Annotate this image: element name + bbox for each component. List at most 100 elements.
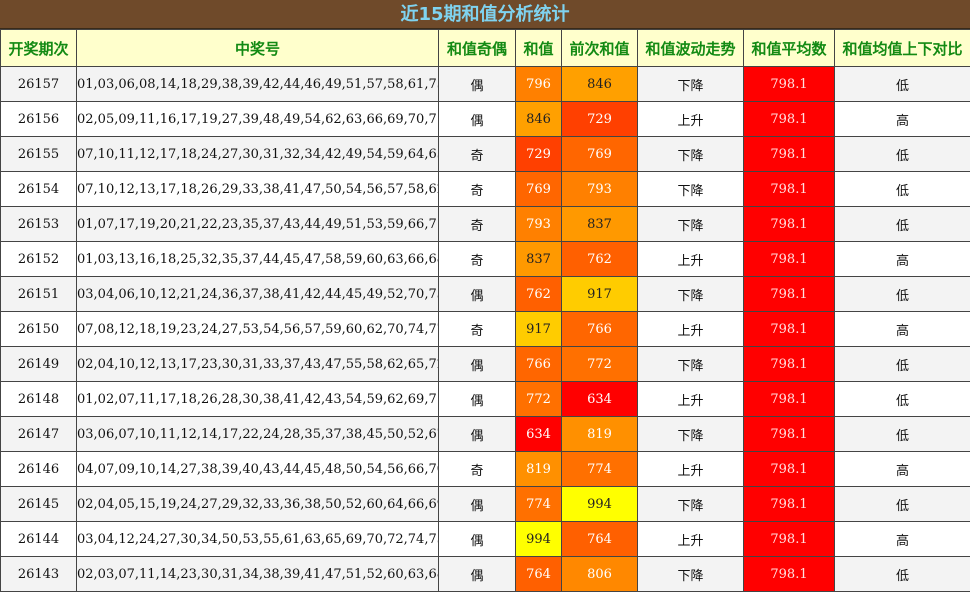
compare-cell: 低 (834, 136, 970, 172)
odd-even-cell: 偶 (438, 486, 516, 522)
winning-numbers-cell: 01,02,07,11,17,18,26,28,30,38,41,42,43,5… (76, 381, 439, 417)
table-row: 26147 03,06,07,10,11,12,14,17,22,24,28,35… (0, 416, 970, 452)
prev-sum-cell: 729 (561, 101, 638, 137)
trend-cell: 下降 (637, 206, 744, 242)
odd-even-cell: 奇 (438, 171, 516, 207)
sum-cell: 764 (515, 556, 562, 592)
trend-cell: 上升 (637, 451, 744, 487)
issue-cell: 26157 (0, 66, 77, 102)
prev-sum-cell: 774 (561, 451, 638, 487)
prev-sum-cell: 917 (561, 276, 638, 312)
winning-numbers-cell: 03,04,12,24,27,30,34,50,53,55,61,63,65,6… (76, 521, 439, 557)
compare-cell: 低 (834, 276, 970, 312)
header-row: 开奖期次 中奖号 和值奇偶 和值 前次和值 和值波动走势 和值平均数 和值均值上… (0, 29, 970, 67)
prev-sum-cell: 819 (561, 416, 638, 452)
compare-cell: 高 (834, 521, 970, 557)
prev-sum-cell: 634 (561, 381, 638, 417)
issue-cell: 26154 (0, 171, 77, 207)
issue-cell: 26152 (0, 241, 77, 277)
compare-cell: 低 (834, 346, 970, 382)
sum-cell: 729 (515, 136, 562, 172)
issue-cell: 26143 (0, 556, 77, 592)
odd-even-cell: 奇 (438, 136, 516, 172)
trend-cell: 下降 (637, 556, 744, 592)
winning-numbers-cell: 02,03,07,11,14,23,30,31,34,38,39,41,47,5… (76, 556, 439, 592)
average-cell: 798.1 (743, 136, 835, 172)
average-cell: 798.1 (743, 556, 835, 592)
compare-cell: 低 (834, 66, 970, 102)
table-row: 26145 02,04,05,15,19,24,27,29,32,33,36,38… (0, 486, 970, 522)
compare-cell: 低 (834, 171, 970, 207)
average-cell: 798.1 (743, 486, 835, 522)
odd-even-cell: 偶 (438, 556, 516, 592)
header-average: 和值平均数 (743, 29, 835, 67)
winning-numbers-cell: 02,04,05,15,19,24,27,29,32,33,36,38,50,5… (76, 486, 439, 522)
header-odd-even: 和值奇偶 (438, 29, 516, 67)
prev-sum-cell: 837 (561, 206, 638, 242)
average-cell: 798.1 (743, 346, 835, 382)
sum-cell: 837 (515, 241, 562, 277)
compare-cell: 高 (834, 241, 970, 277)
average-cell: 798.1 (743, 241, 835, 277)
average-cell: 798.1 (743, 381, 835, 417)
winning-numbers-cell: 07,08,12,18,19,23,24,27,53,54,56,57,59,6… (76, 311, 439, 347)
odd-even-cell: 奇 (438, 206, 516, 242)
odd-even-cell: 偶 (438, 381, 516, 417)
winning-numbers-cell: 07,10,11,12,17,18,24,27,30,31,32,34,42,4… (76, 136, 439, 172)
header-issue: 开奖期次 (0, 29, 77, 67)
winning-numbers-cell: 01,03,06,08,14,18,29,38,39,42,44,46,49,5… (76, 66, 439, 102)
issue-cell: 26150 (0, 311, 77, 347)
prev-sum-cell: 772 (561, 346, 638, 382)
odd-even-cell: 偶 (438, 276, 516, 312)
table-row: 26151 03,04,06,10,12,21,24,36,37,38,41,42… (0, 276, 970, 312)
table-row: 26143 02,03,07,11,14,23,30,31,34,38,39,41… (0, 556, 970, 592)
trend-cell: 下降 (637, 486, 744, 522)
sum-cell: 634 (515, 416, 562, 452)
table-row: 26150 07,08,12,18,19,23,24,27,53,54,56,57… (0, 311, 970, 347)
trend-cell: 下降 (637, 66, 744, 102)
table-row: 26155 07,10,11,12,17,18,24,27,30,31,32,34… (0, 136, 970, 172)
average-cell: 798.1 (743, 101, 835, 137)
winning-numbers-cell: 01,03,13,16,18,25,32,35,37,44,45,47,58,5… (76, 241, 439, 277)
average-cell: 798.1 (743, 521, 835, 557)
prev-sum-cell: 766 (561, 311, 638, 347)
prev-sum-cell: 994 (561, 486, 638, 522)
average-cell: 798.1 (743, 66, 835, 102)
winning-numbers-cell: 04,07,09,10,14,27,38,39,40,43,44,45,48,5… (76, 451, 439, 487)
sum-cell: 819 (515, 451, 562, 487)
prev-sum-cell: 806 (561, 556, 638, 592)
average-cell: 798.1 (743, 451, 835, 487)
odd-even-cell: 偶 (438, 521, 516, 557)
header-numbers: 中奖号 (76, 29, 439, 67)
prev-sum-cell: 769 (561, 136, 638, 172)
odd-even-cell: 奇 (438, 451, 516, 487)
trend-cell: 上升 (637, 241, 744, 277)
average-cell: 798.1 (743, 206, 835, 242)
compare-cell: 高 (834, 101, 970, 137)
header-compare: 和值均值上下对比 (834, 29, 970, 67)
issue-cell: 26147 (0, 416, 77, 452)
stats-table: 开奖期次 中奖号 和值奇偶 和值 前次和值 和值波动走势 和值平均数 和值均值上… (0, 29, 970, 592)
trend-cell: 下降 (637, 416, 744, 452)
issue-cell: 26145 (0, 486, 77, 522)
odd-even-cell: 偶 (438, 66, 516, 102)
header-prev-sum: 前次和值 (561, 29, 638, 67)
header-sum: 和值 (515, 29, 562, 67)
page-title: 近15期和值分析统计 (0, 0, 970, 29)
winning-numbers-cell: 02,04,10,12,13,17,23,30,31,33,37,43,47,5… (76, 346, 439, 382)
trend-cell: 下降 (637, 276, 744, 312)
odd-even-cell: 奇 (438, 241, 516, 277)
issue-cell: 26151 (0, 276, 77, 312)
sum-cell: 762 (515, 276, 562, 312)
stats-panel: 近15期和值分析统计 开奖期次 中奖号 和值奇偶 和值 前次和值 和值波动走势 … (0, 0, 970, 592)
prev-sum-cell: 793 (561, 171, 638, 207)
winning-numbers-cell: 07,10,12,13,17,18,26,29,33,38,41,47,50,5… (76, 171, 439, 207)
table-row: 26153 01,07,17,19,20,21,22,23,35,37,43,44… (0, 206, 970, 242)
sum-cell: 769 (515, 171, 562, 207)
trend-cell: 下降 (637, 346, 744, 382)
issue-cell: 26155 (0, 136, 77, 172)
table-row: 26152 01,03,13,16,18,25,32,35,37,44,45,47… (0, 241, 970, 277)
average-cell: 798.1 (743, 276, 835, 312)
sum-cell: 793 (515, 206, 562, 242)
trend-cell: 上升 (637, 521, 744, 557)
